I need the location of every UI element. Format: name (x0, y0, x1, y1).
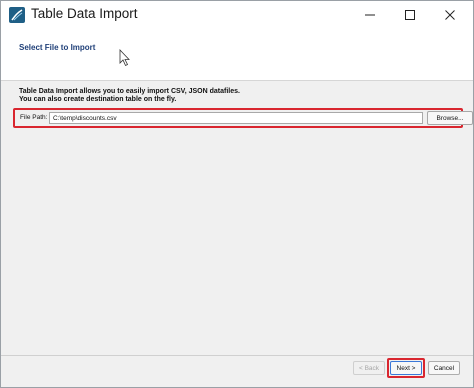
wizard-content: Table Data Import allows you to easily i… (1, 82, 473, 355)
mouse-cursor-icon (119, 49, 130, 67)
file-path-row: File Path: C:\temp\discounts.csv Browse.… (13, 108, 473, 128)
minimize-button[interactable] (353, 1, 387, 29)
next-button[interactable]: Next > (390, 361, 422, 375)
wizard-footer: < Back Next > Cancel (1, 356, 473, 387)
window-title: Table Data Import (31, 6, 138, 21)
app-icon (9, 7, 25, 23)
page-title: Select File to Import (19, 43, 96, 52)
browse-button[interactable]: Browse... (427, 111, 473, 125)
import-wizard-window: Table Data Import Select File to Import … (0, 0, 474, 388)
title-bar: Table Data Import (1, 1, 473, 29)
back-button[interactable]: < Back (353, 361, 385, 375)
file-path-label: File Path: (20, 114, 48, 121)
description-line-1: Table Data Import allows you to easily i… (19, 88, 240, 95)
wizard-header: Select File to Import (1, 29, 473, 81)
maximize-icon (405, 10, 415, 20)
close-button[interactable] (433, 1, 467, 29)
minimize-icon (365, 14, 375, 16)
close-icon (445, 10, 455, 20)
description-line-2: You can also create destination table on… (19, 96, 177, 103)
file-path-input[interactable]: C:\temp\discounts.csv (49, 112, 423, 124)
maximize-button[interactable] (393, 1, 427, 29)
cancel-button[interactable]: Cancel (428, 361, 460, 375)
description: Table Data Import allows you to easily i… (19, 88, 240, 104)
